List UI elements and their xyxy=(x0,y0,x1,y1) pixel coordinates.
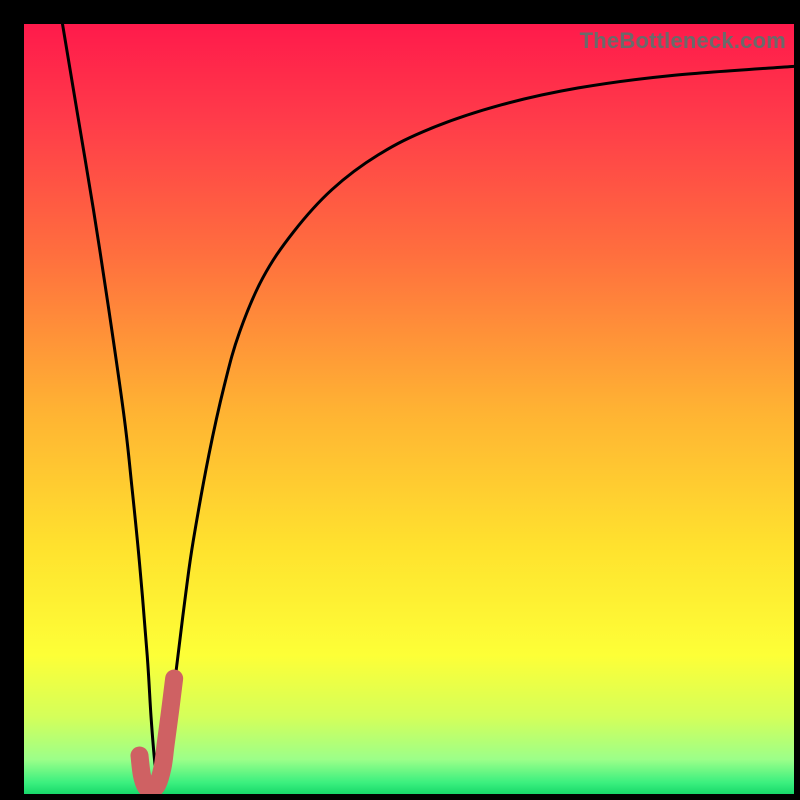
watermark-text: TheBottleneck.com xyxy=(580,28,786,54)
highlight-J xyxy=(140,679,175,790)
curve-layer xyxy=(24,24,794,794)
plot-area: TheBottleneck.com xyxy=(24,24,794,794)
chart-frame: TheBottleneck.com xyxy=(0,0,800,800)
